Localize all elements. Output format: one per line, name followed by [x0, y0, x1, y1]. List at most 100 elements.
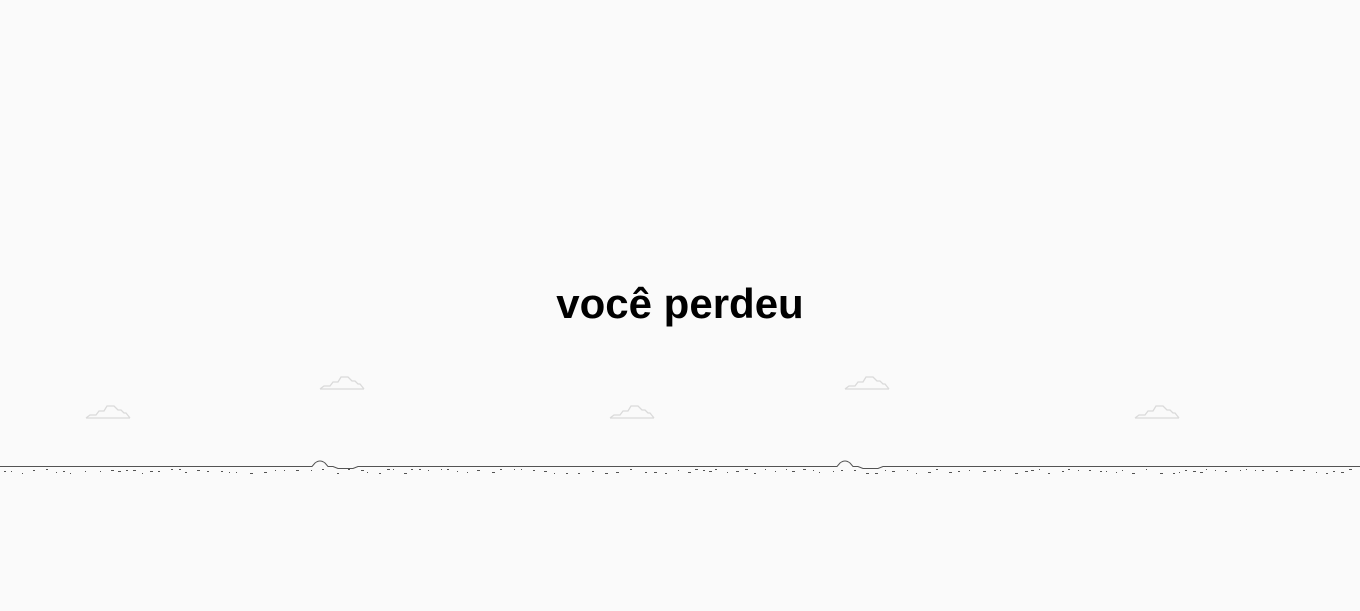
ground-speck [885, 470, 886, 471]
ground-speck [250, 473, 253, 474]
ground-speck [467, 472, 468, 473]
ground-speck [786, 469, 787, 470]
ground-speck [1048, 473, 1050, 474]
ground-speck [411, 469, 413, 470]
ground-speck [775, 471, 776, 472]
ground-speck [1160, 473, 1163, 474]
ground-speck [521, 469, 522, 470]
ground-speck [1255, 470, 1256, 471]
ground-speck [1078, 470, 1079, 471]
ground-speck [1303, 470, 1305, 471]
ground-speck [514, 469, 515, 470]
ground-speck [566, 473, 568, 474]
ground-speck [311, 470, 312, 471]
ground-speck [695, 469, 698, 470]
ground-speck [1068, 469, 1070, 470]
ground-speck [447, 469, 449, 470]
ground-speck [118, 471, 121, 472]
ground-speck [819, 472, 820, 473]
ground-speck [1031, 470, 1034, 471]
ground-speck [1262, 470, 1264, 471]
ground-speck [1341, 472, 1344, 473]
ground-speck [1225, 471, 1227, 472]
ground-speck [275, 470, 276, 471]
ground-speck [221, 471, 223, 472]
ground-speck [379, 473, 381, 474]
ground-speck [665, 473, 667, 474]
ground-speck [367, 472, 368, 473]
ground-speck [1185, 470, 1187, 471]
ground-speck [171, 469, 173, 470]
ground-speck [1276, 471, 1278, 472]
ground-speck [441, 469, 442, 470]
ground-speck [4, 471, 6, 472]
ground-speck [1089, 470, 1091, 471]
ground-speck [736, 471, 739, 472]
cloud-icon [84, 403, 132, 419]
ground-speck [56, 472, 57, 473]
ground-speck [1193, 471, 1196, 472]
ground-speck [765, 469, 766, 470]
ground-speck [1062, 471, 1064, 472]
cloud-icon [843, 374, 891, 390]
ground-speck [1206, 469, 1207, 470]
cloud-icon [1133, 403, 1181, 419]
ground-speck [1146, 469, 1147, 470]
ground-speck [1246, 469, 1247, 470]
ground-speck [1122, 470, 1123, 471]
ground-speck [197, 470, 200, 471]
ground-speck [688, 472, 691, 473]
ground-speck [703, 470, 705, 471]
ground-speck [841, 470, 843, 471]
ground-speck [592, 471, 594, 472]
ground-speck [630, 469, 632, 470]
game-canvas[interactable]: você perdeu [0, 0, 1360, 611]
ground-speck [85, 471, 86, 472]
ground-speck [654, 472, 657, 473]
ground-speck [1116, 472, 1117, 473]
ground-speck [322, 469, 324, 470]
ground-speck [126, 470, 128, 471]
ground-speck [554, 473, 555, 474]
ground-speck [1015, 473, 1018, 474]
ground-speck [207, 471, 209, 472]
ground-speck [715, 469, 717, 470]
ground-speck [875, 473, 878, 474]
ground-speck [404, 473, 407, 474]
ground-speck [605, 473, 608, 474]
ground-speck [754, 473, 756, 474]
ground-speck [100, 471, 101, 472]
ground-speck [578, 473, 580, 474]
cloud-icon [608, 403, 656, 419]
ground-speck [1215, 470, 1216, 471]
ground-speck [1179, 472, 1180, 473]
ground-speck [158, 471, 160, 472]
ground-speck [284, 470, 285, 471]
ground-speck [616, 472, 619, 473]
ground-speck [1100, 471, 1102, 472]
ground-speck [994, 470, 996, 471]
ground-speck [1025, 471, 1028, 472]
ground-speck [833, 471, 834, 472]
ground-speck [1200, 472, 1203, 473]
ground-speck [969, 470, 970, 471]
ground-speck [296, 470, 299, 471]
ground-speck [393, 469, 394, 470]
cloud-icon [318, 374, 366, 390]
ground-speck [1039, 469, 1040, 470]
ground-speck [348, 469, 350, 470]
ground-speck [22, 473, 23, 474]
ground-speck [387, 469, 390, 470]
ground-speck [709, 471, 712, 472]
ground-speck [813, 470, 814, 471]
ground-speck [645, 472, 647, 473]
ground-speck [33, 470, 35, 471]
ground-speck [337, 473, 339, 474]
ground-speck [792, 471, 795, 472]
ground-speck [150, 471, 153, 472]
ground-speck [492, 472, 495, 473]
ground-speck [803, 469, 806, 470]
ground-speck [361, 470, 364, 471]
ground-speck [457, 471, 458, 472]
ground-speck [1132, 473, 1135, 474]
